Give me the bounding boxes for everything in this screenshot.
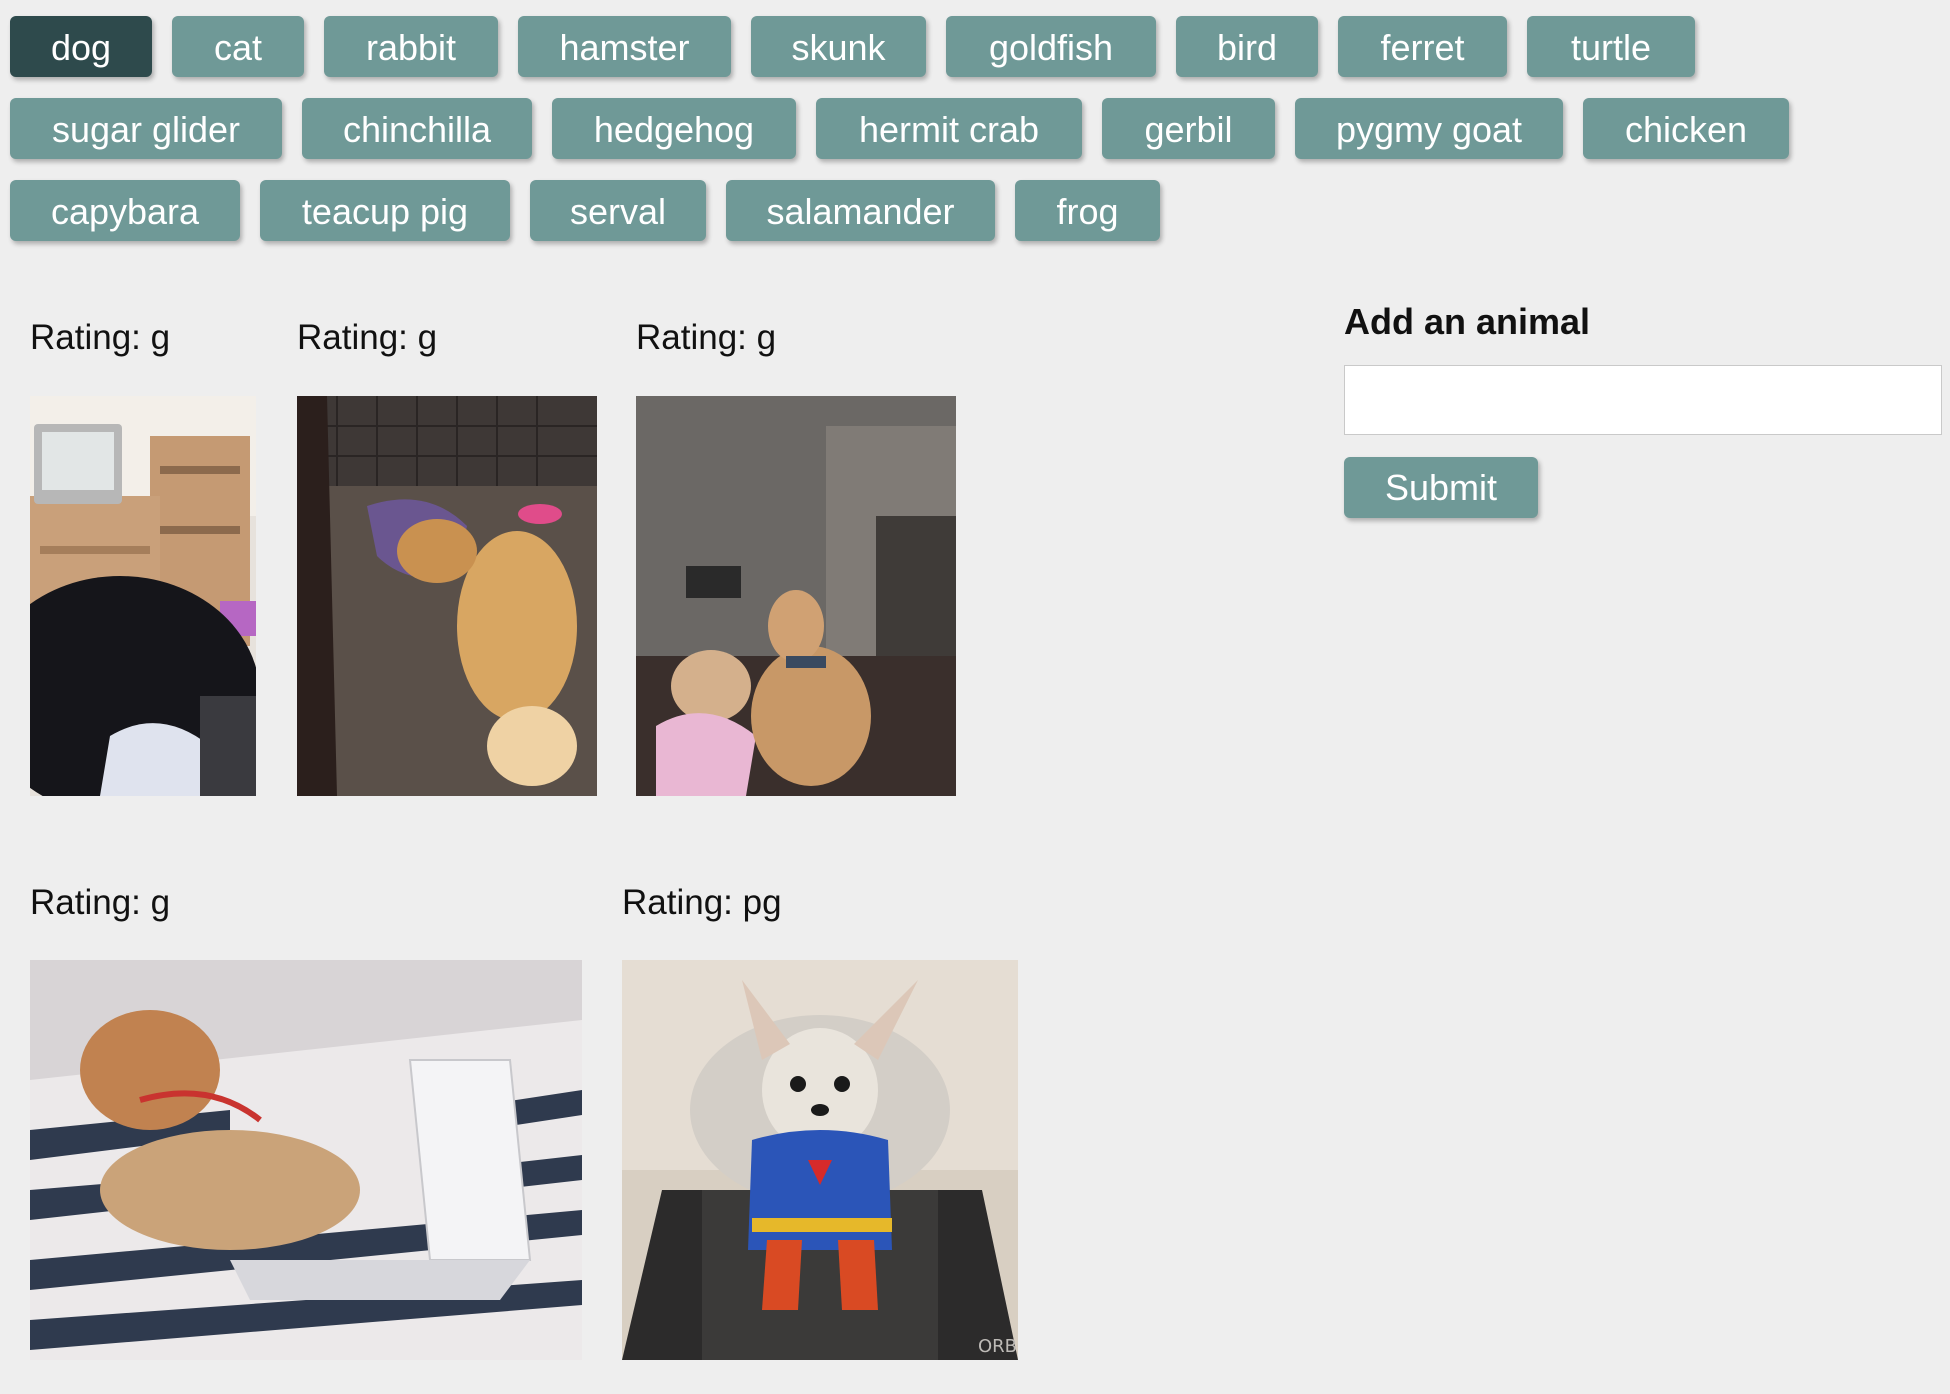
animal-button-cat[interactable]: cat	[172, 16, 304, 77]
rating-label: Rating: g	[297, 318, 438, 357]
animal-gif-image	[297, 396, 597, 796]
animal-button-salamander[interactable]: salamander	[726, 180, 995, 241]
rating-label: Rating: g	[636, 318, 777, 357]
animal-button-ferret[interactable]: ferret	[1338, 16, 1507, 77]
animal-name-input[interactable]	[1344, 365, 1942, 435]
animal-button-turtle[interactable]: turtle	[1527, 16, 1695, 77]
animal-button-frog[interactable]: frog	[1015, 180, 1160, 241]
animal-button-chicken[interactable]: chicken	[1583, 98, 1789, 159]
animal-button-rabbit[interactable]: rabbit	[324, 16, 498, 77]
animal-gif-image: ORBO	[622, 960, 1018, 1360]
animal-gif-image	[636, 396, 956, 796]
form-title: Add an animal	[1344, 301, 1591, 342]
animal-gif-image	[30, 960, 582, 1360]
animal-button-teacup-pig[interactable]: teacup pig	[260, 180, 510, 241]
animal-button-hermit-crab[interactable]: hermit crab	[816, 98, 1082, 159]
animal-button-pygmy-goat[interactable]: pygmy goat	[1295, 98, 1563, 159]
animal-gif-image	[30, 396, 256, 796]
animal-button-dog[interactable]: dog	[10, 16, 152, 77]
rating-label: Rating: g	[30, 883, 171, 922]
animal-button-skunk[interactable]: skunk	[751, 16, 926, 77]
animal-button-hedgehog[interactable]: hedgehog	[552, 98, 796, 159]
watermark-text: ORBO	[978, 1336, 1018, 1357]
rating-label: Rating: g	[30, 318, 171, 357]
animal-button-bird[interactable]: bird	[1176, 16, 1318, 77]
animal-button-serval[interactable]: serval	[530, 180, 706, 241]
animal-button-gerbil[interactable]: gerbil	[1102, 98, 1275, 159]
rating-label: Rating: pg	[622, 883, 782, 922]
animal-button-goldfish[interactable]: goldfish	[946, 16, 1156, 77]
animal-button-capybara[interactable]: capybara	[10, 180, 240, 241]
submit-button[interactable]: Submit	[1344, 457, 1538, 518]
animal-button-hamster[interactable]: hamster	[518, 16, 731, 77]
animal-button-chinchilla[interactable]: chinchilla	[302, 98, 532, 159]
animal-button-sugar-glider[interactable]: sugar glider	[10, 98, 282, 159]
